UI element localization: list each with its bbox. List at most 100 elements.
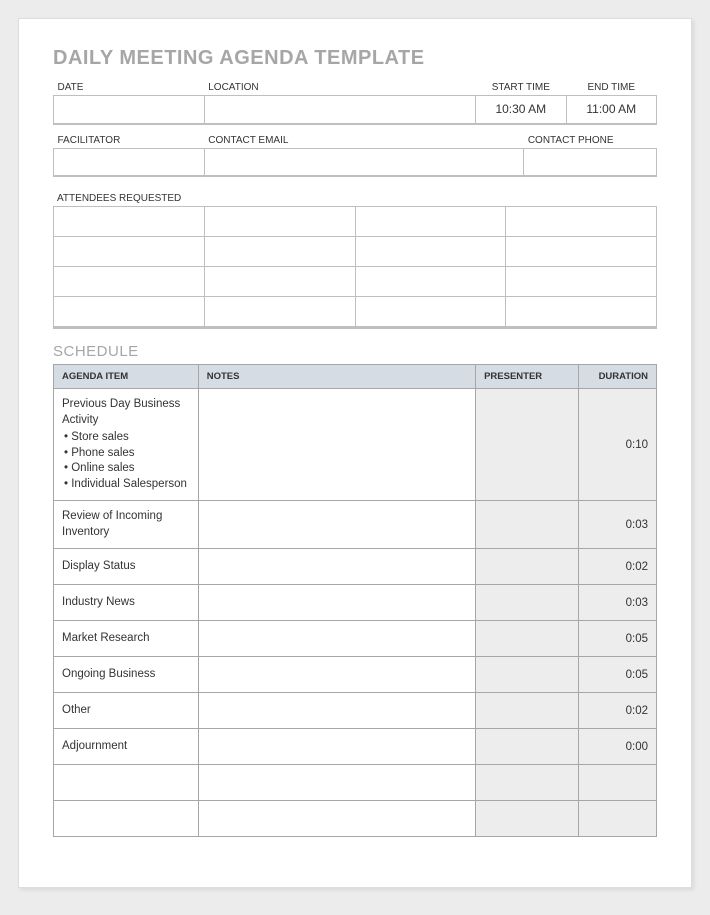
value-contact-email[interactable] [204,148,524,176]
presenter-cell[interactable] [476,765,579,801]
notes-cell[interactable] [198,585,475,621]
value-contact-phone[interactable] [524,148,657,176]
agenda-item-bullet: Phone sales [64,446,190,462]
agenda-item-text: Ongoing Business [62,668,155,680]
presenter-cell[interactable] [476,389,579,501]
attendee-cell[interactable] [54,207,205,237]
duration-cell[interactable]: 0:02 [578,693,656,729]
value-location[interactable] [204,96,475,124]
attendee-cell[interactable] [204,237,355,267]
schedule-row: Other 0:02 [54,693,657,729]
schedule-heading: SCHEDULE [53,343,657,360]
presenter-cell[interactable] [476,801,579,837]
notes-cell[interactable] [198,657,475,693]
attendee-cell[interactable] [54,297,205,327]
attendees-section [53,206,657,329]
agenda-item-cell[interactable] [54,765,199,801]
agenda-item-bullet: Individual Salesperson [64,477,190,493]
attendee-cell[interactable] [204,297,355,327]
attendee-cell[interactable] [506,207,657,237]
label-contact-phone: CONTACT PHONE [524,133,657,149]
agenda-item-text: Adjournment [62,740,127,752]
agenda-item-text: Other [62,704,91,716]
duration-cell[interactable]: 0:00 [578,729,656,765]
agenda-item-cell[interactable]: Adjournment [54,729,199,765]
agenda-item-cell[interactable] [54,801,199,837]
duration-cell[interactable]: 0:03 [578,501,656,549]
value-date[interactable] [54,96,205,124]
agenda-item-bullets: Store salesPhone salesOnline salesIndivi… [62,430,190,492]
agenda-item-cell[interactable]: Display Status [54,549,199,585]
attendee-cell[interactable] [204,207,355,237]
contact-table: FACILITATOR CONTACT EMAIL CONTACT PHONE [53,133,657,178]
schedule-row: Adjournment 0:00 [54,729,657,765]
schedule-row [54,801,657,837]
label-end-time: END TIME [566,80,656,96]
notes-cell[interactable] [198,389,475,501]
presenter-cell[interactable] [476,501,579,549]
presenter-cell[interactable] [476,729,579,765]
notes-cell[interactable] [198,693,475,729]
attendee-cell[interactable] [355,237,506,267]
notes-cell[interactable] [198,765,475,801]
presenter-cell[interactable] [476,657,579,693]
value-facilitator[interactable] [54,148,205,176]
agenda-item-cell[interactable]: Ongoing Business [54,657,199,693]
presenter-cell[interactable] [476,693,579,729]
schedule-row: Review of Incoming Inventory 0:03 [54,501,657,549]
attendee-cell[interactable] [506,297,657,327]
header-duration: DURATION [578,365,656,389]
attendee-cell[interactable] [54,267,205,297]
value-start-time[interactable]: 10:30 AM [476,96,566,124]
attendee-cell[interactable] [355,207,506,237]
notes-cell[interactable] [198,621,475,657]
schedule-table: AGENDA ITEM NOTES PRESENTER DURATION Pre… [53,364,657,837]
agenda-item-cell[interactable]: Previous Day Business ActivityStore sale… [54,389,199,501]
label-contact-email: CONTACT EMAIL [204,133,524,149]
document-page: DAILY MEETING AGENDA TEMPLATE DATE LOCAT… [18,18,692,888]
agenda-item-text: Industry News [62,596,135,608]
agenda-item-bullet: Store sales [64,430,190,446]
presenter-cell[interactable] [476,621,579,657]
schedule-row: Previous Day Business ActivityStore sale… [54,389,657,501]
notes-cell[interactable] [198,729,475,765]
agenda-item-cell[interactable]: Review of Incoming Inventory [54,501,199,549]
attendee-cell[interactable] [355,267,506,297]
agenda-item-text: Display Status [62,560,136,572]
label-attendees: ATTENDEES REQUESTED [53,185,657,206]
duration-cell[interactable]: 0:05 [578,621,656,657]
agenda-item-cell[interactable]: Market Research [54,621,199,657]
notes-cell[interactable] [198,549,475,585]
attendees-table [53,206,657,327]
value-end-time[interactable]: 11:00 AM [566,96,656,124]
meeting-time-table: DATE LOCATION START TIME END TIME 10:30 … [53,80,657,125]
duration-cell[interactable]: 0:10 [578,389,656,501]
notes-cell[interactable] [198,801,475,837]
attendee-cell[interactable] [54,237,205,267]
agenda-item-bullet: Online sales [64,461,190,477]
label-date: DATE [54,80,205,96]
agenda-item-cell[interactable]: Industry News [54,585,199,621]
duration-cell[interactable] [578,801,656,837]
schedule-row: Ongoing Business 0:05 [54,657,657,693]
agenda-item-text: Market Research [62,632,150,644]
attendee-cell[interactable] [355,297,506,327]
attendee-cell[interactable] [204,267,355,297]
duration-cell[interactable]: 0:02 [578,549,656,585]
attendee-cell[interactable] [506,237,657,267]
duration-cell[interactable]: 0:03 [578,585,656,621]
schedule-row: Market Research 0:05 [54,621,657,657]
notes-cell[interactable] [198,501,475,549]
label-start-time: START TIME [476,80,566,96]
schedule-row: Display Status 0:02 [54,549,657,585]
presenter-cell[interactable] [476,585,579,621]
schedule-row: Industry News 0:03 [54,585,657,621]
duration-cell[interactable]: 0:05 [578,657,656,693]
schedule-row [54,765,657,801]
header-presenter: PRESENTER [476,365,579,389]
page-title: DAILY MEETING AGENDA TEMPLATE [53,47,657,70]
duration-cell[interactable] [578,765,656,801]
agenda-item-cell[interactable]: Other [54,693,199,729]
attendee-cell[interactable] [506,267,657,297]
presenter-cell[interactable] [476,549,579,585]
